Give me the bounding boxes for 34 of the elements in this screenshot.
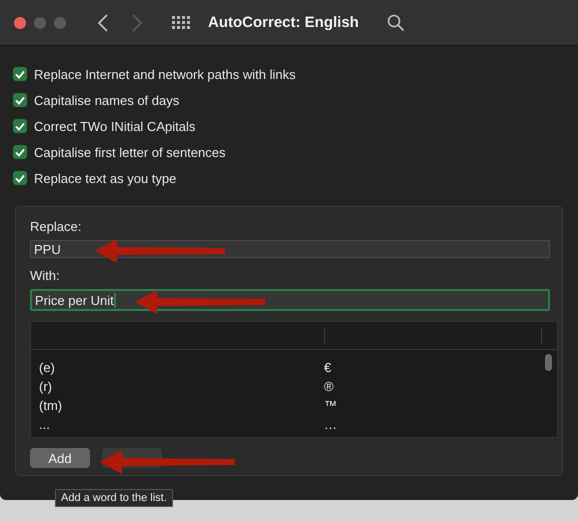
checkbox-label: Capitalise first letter of sentences xyxy=(34,144,226,160)
checkbox-label: Replace Internet and network paths with links xyxy=(34,66,296,82)
table-cell: € xyxy=(324,360,332,375)
window-title: AutoCorrect: English xyxy=(208,14,359,31)
table-cell-text: ... xyxy=(38,417,51,432)
table-cell: ® xyxy=(324,379,334,394)
table-cell: ™ xyxy=(324,398,337,413)
checkbox-label: Correct TWo INitial CApitals xyxy=(34,118,196,134)
checkbox[interactable] xyxy=(13,145,27,159)
checkmark-icon xyxy=(15,148,25,156)
field-label: Replace: xyxy=(30,219,82,234)
field-label: With: xyxy=(30,268,61,283)
checkbox[interactable] xyxy=(13,171,27,185)
checkbox-label: Capitalise names of days xyxy=(34,92,180,108)
window-control-button[interactable] xyxy=(14,16,26,28)
scrollbar-thumb[interactable] xyxy=(545,354,552,371)
checkmark-icon xyxy=(15,174,25,182)
table-cell-text: (tm) xyxy=(38,398,64,413)
table-cell: … xyxy=(324,417,337,432)
checkbox[interactable] xyxy=(13,93,27,107)
search-icon[interactable] xyxy=(386,14,405,32)
table-cell-text: (e) xyxy=(38,360,56,375)
table-cell-text: (r) xyxy=(38,379,53,394)
checkmark-icon xyxy=(15,96,25,104)
back-icon[interactable] xyxy=(96,12,110,32)
grid-icon[interactable] xyxy=(172,16,190,29)
checkmark-icon xyxy=(15,122,25,130)
checkbox-label: Replace text as you type xyxy=(34,170,176,186)
checkbox[interactable] xyxy=(13,119,27,133)
checkmark-icon xyxy=(15,70,25,78)
text-field[interactable]: Price per Unit xyxy=(30,289,550,311)
checkbox[interactable] xyxy=(13,67,27,81)
tooltip: Add a word to the list. xyxy=(55,489,173,507)
add-button[interactable]: Add xyxy=(30,448,90,468)
